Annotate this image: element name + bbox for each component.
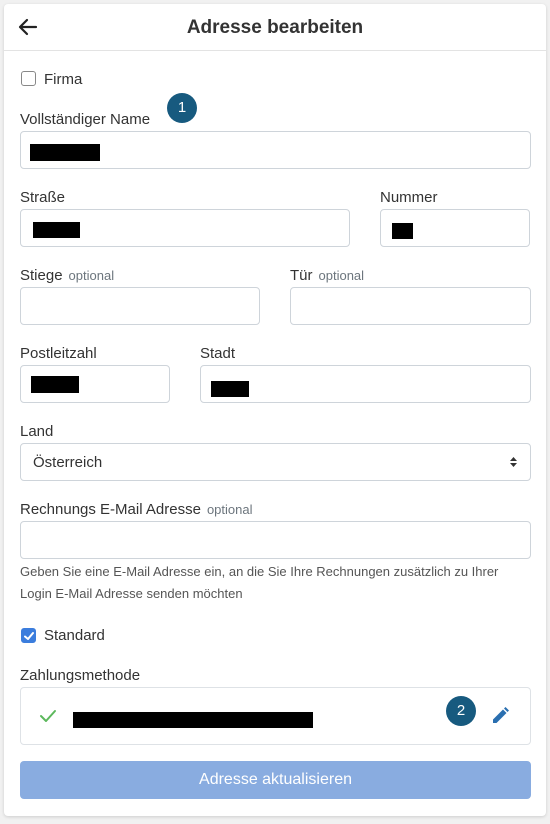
pencil-icon[interactable]: [490, 706, 510, 731]
checkmark-icon: [24, 632, 34, 640]
check-icon: [39, 709, 57, 728]
tuer-optional-hint: optional: [318, 268, 365, 283]
billing-email-label: Rechnungs E-Mail Adresse optional: [20, 501, 252, 518]
annotation-badge-2: 2: [446, 696, 476, 726]
country-label: Land: [20, 423, 54, 440]
city-label: Stadt: [200, 345, 236, 362]
page-title: Adresse bearbeiten: [186, 17, 364, 38]
firma-checkbox[interactable]: [21, 71, 36, 86]
select-arrows-icon: [509, 455, 518, 474]
stiege-input[interactable]: [20, 287, 260, 325]
billing-email-optional-hint: optional: [206, 502, 253, 517]
full-name-label: Vollständiger Name: [20, 111, 151, 128]
redacted-block: [392, 223, 413, 239]
payment-method-box: 2: [20, 687, 531, 745]
stiege-label-text: Stiege: [20, 267, 63, 284]
street-input[interactable]: [20, 209, 350, 247]
zip-label: Postleitzahl: [20, 345, 97, 362]
stiege-label: Stiege optional: [20, 267, 114, 284]
redacted-block: [33, 222, 80, 238]
standard-label: Standard: [44, 627, 105, 644]
billing-email-label-text: Rechnungs E-Mail Adresse: [20, 501, 201, 518]
update-address-button[interactable]: Adresse aktualisieren: [20, 761, 531, 799]
firma-label: Firma: [44, 71, 83, 88]
payment-method-label: Zahlungsmethode: [20, 667, 141, 684]
billing-email-input[interactable]: [20, 521, 531, 559]
edit-address-card: Adresse bearbeiten Firma Vollständiger N…: [4, 4, 546, 816]
header: Adresse bearbeiten: [4, 4, 546, 51]
tuer-input[interactable]: [290, 287, 531, 325]
full-name-input[interactable]: [20, 131, 531, 169]
billing-email-help: Geben Sie eine E-Mail Adresse ein, an di…: [20, 564, 499, 601]
stiege-optional-hint: optional: [68, 268, 115, 283]
country-select[interactable]: Österreich: [20, 443, 531, 481]
zip-input[interactable]: [20, 365, 170, 403]
street-label: Straße: [20, 189, 66, 206]
number-label: Nummer: [380, 189, 438, 206]
number-input[interactable]: [380, 209, 530, 247]
city-input[interactable]: [200, 365, 531, 403]
redacted-payment-method: [73, 712, 313, 728]
annotation-badge-1: 1: [167, 93, 197, 123]
country-selected-value: Österreich: [33, 454, 103, 471]
redacted-block: [211, 381, 249, 397]
tuer-label-text: Tür: [290, 267, 313, 284]
redacted-block: [31, 376, 79, 393]
tuer-label: Tür optional: [290, 267, 364, 284]
redacted-block: [30, 144, 100, 161]
standard-checkbox[interactable]: [21, 628, 36, 643]
